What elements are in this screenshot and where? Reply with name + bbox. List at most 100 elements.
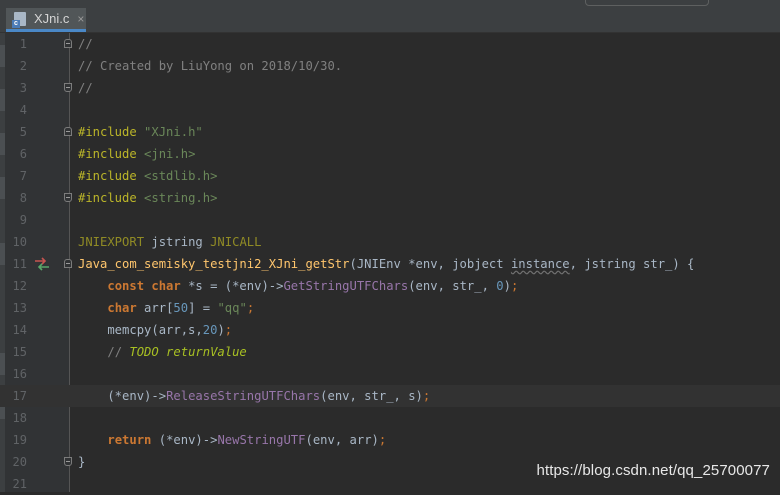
- code-line[interactable]: 3 //: [0, 77, 780, 99]
- code-token: ;: [510, 279, 519, 293]
- line-number: 10: [12, 235, 27, 249]
- code-token: ReleaseStringUTFChars: [166, 389, 321, 403]
- code-line[interactable]: 19 return (*env)->NewStringUTF(env, arr)…: [0, 429, 780, 451]
- code-token: ): [503, 279, 511, 293]
- line-number: 15: [12, 345, 27, 359]
- code-text: // Created by LiuYong on 2018/10/30.: [78, 55, 342, 77]
- line-number: 6: [19, 147, 27, 161]
- code-text: return (*env)->NewStringUTF(env, arr);: [78, 429, 386, 451]
- code-text: #include <stdlib.h>: [78, 165, 217, 187]
- line-number: 2: [19, 59, 27, 73]
- c-file-icon-letter: c: [12, 19, 20, 28]
- code-line[interactable]: 14 memcpy(arr,s,20);: [0, 319, 780, 341]
- line-number: 4: [19, 103, 27, 117]
- search-field-edge[interactable]: [585, 0, 709, 6]
- fold-toggle-icon[interactable]: [64, 127, 72, 136]
- code-line[interactable]: 2 // Created by LiuYong on 2018/10/30.: [0, 55, 780, 77]
- tab-label: XJni.c: [34, 11, 70, 26]
- line-number: 3: [19, 81, 27, 95]
- code-token: <string.h>: [144, 191, 218, 205]
- code-token: ;: [378, 433, 387, 447]
- code-token: jstring: [144, 235, 211, 249]
- line-number: 18: [12, 411, 27, 425]
- fold-toggle-icon[interactable]: [64, 83, 72, 92]
- code-token: ;: [246, 301, 255, 315]
- code-line[interactable]: 13 char arr[50] = "qq";: [0, 297, 780, 319]
- code-token: memcpy(arr,s,: [78, 323, 203, 337]
- code-line[interactable]: 17 (*env)->ReleaseStringUTFChars(env, st…: [0, 385, 780, 407]
- code-token: //: [78, 81, 93, 95]
- line-number: 14: [12, 323, 27, 337]
- fold-toggle-icon[interactable]: [64, 259, 72, 268]
- code-token: #include: [78, 169, 145, 183]
- code-line[interactable]: 4: [0, 99, 780, 121]
- code-line[interactable]: 11 Java_com_semisky_testjni2_XJni_getStr(…: [0, 253, 780, 275]
- code-token: , jstring str_) {: [569, 257, 695, 271]
- code-text: memcpy(arr,s,20);: [78, 319, 232, 341]
- code-token: TODO returnValue: [129, 345, 247, 359]
- code-token: ;: [422, 389, 431, 403]
- code-line[interactable]: 7 #include <stdlib.h>: [0, 165, 780, 187]
- tab-close-icon[interactable]: ×: [77, 12, 84, 26]
- fold-toggle-icon[interactable]: [64, 457, 72, 466]
- code-token: }: [78, 455, 86, 469]
- code-token: // Created by LiuYong on 2018/10/30.: [78, 59, 343, 73]
- line-number: 13: [12, 301, 27, 315]
- fold-toggle-icon[interactable]: [64, 193, 72, 202]
- code-token: 50: [173, 301, 189, 315]
- code-line[interactable]: 12 const char *s = (*env)->GetStringUTFC…: [0, 275, 780, 297]
- fold-toggle-icon[interactable]: [64, 39, 72, 48]
- code-text: char arr[50] = "qq";: [78, 297, 254, 319]
- code-editor[interactable]: 1 // 2 // Created by LiuYong on 2018/10/30.…: [0, 33, 780, 492]
- code-token: NewStringUTF: [217, 433, 306, 447]
- code-line[interactable]: 1 //: [0, 33, 780, 55]
- code-token: ): [217, 323, 225, 337]
- code-text: JNIEXPORT jstring JNICALL: [78, 231, 261, 253]
- code-token: #include: [78, 147, 145, 161]
- line-number: 1: [19, 37, 27, 51]
- code-line[interactable]: 9: [0, 209, 780, 231]
- code-text: (*env)->ReleaseStringUTFChars(env, str_,…: [78, 385, 430, 407]
- watermark-text: https://blog.csdn.net/qq_25700077: [536, 462, 770, 479]
- code-text: const char *s = (*env)->GetStringUTFChar…: [78, 275, 518, 297]
- code-line[interactable]: 6 #include <jni.h>: [0, 143, 780, 165]
- code-token: 20: [202, 323, 218, 337]
- code-token: arr[: [136, 301, 174, 315]
- code-token: (JNIEnv *env, jobject: [349, 257, 511, 271]
- code-token: <stdlib.h>: [144, 169, 218, 183]
- code-line[interactable]: 15 // TODO returnValue: [0, 341, 780, 363]
- code-token: (env, str_, s): [320, 389, 423, 403]
- line-number: 19: [12, 433, 27, 447]
- code-line[interactable]: 8 #include <string.h>: [0, 187, 780, 209]
- code-line[interactable]: 18: [0, 407, 780, 429]
- code-line[interactable]: 16: [0, 363, 780, 385]
- line-number: 20: [12, 455, 27, 469]
- code-token: //: [107, 345, 130, 359]
- code-text: #include <jni.h>: [78, 143, 195, 165]
- code-line[interactable]: 10 JNIEXPORT jstring JNICALL: [0, 231, 780, 253]
- code-token: "XJni.h": [144, 125, 203, 139]
- code-token: <jni.h>: [144, 147, 196, 161]
- editor-tab-bar: c XJni.c ×: [0, 0, 780, 33]
- code-token: "qq": [217, 301, 247, 315]
- code-token: return: [107, 433, 152, 447]
- code-token: (env, str_,: [408, 279, 497, 293]
- code-text: #include <string.h>: [78, 187, 217, 209]
- code-token: char: [107, 301, 137, 315]
- c-file-icon: c: [12, 11, 26, 28]
- line-number: 8: [19, 191, 27, 205]
- code-token: 0: [496, 279, 504, 293]
- code-token: JNICALL: [210, 235, 262, 249]
- code-token: const char: [107, 279, 181, 293]
- code-token: GetStringUTFChars: [283, 279, 409, 293]
- code-token: JNIEXPORT: [78, 235, 145, 249]
- tab-xjni-c[interactable]: c XJni.c ×: [6, 8, 86, 32]
- code-line[interactable]: 5 #include "XJni.h": [0, 121, 780, 143]
- line-number: 12: [12, 279, 27, 293]
- code-token: (*env)->: [78, 389, 167, 403]
- code-token: *s = (*env)->: [180, 279, 284, 293]
- implementation-arrows-icon[interactable]: [34, 257, 50, 271]
